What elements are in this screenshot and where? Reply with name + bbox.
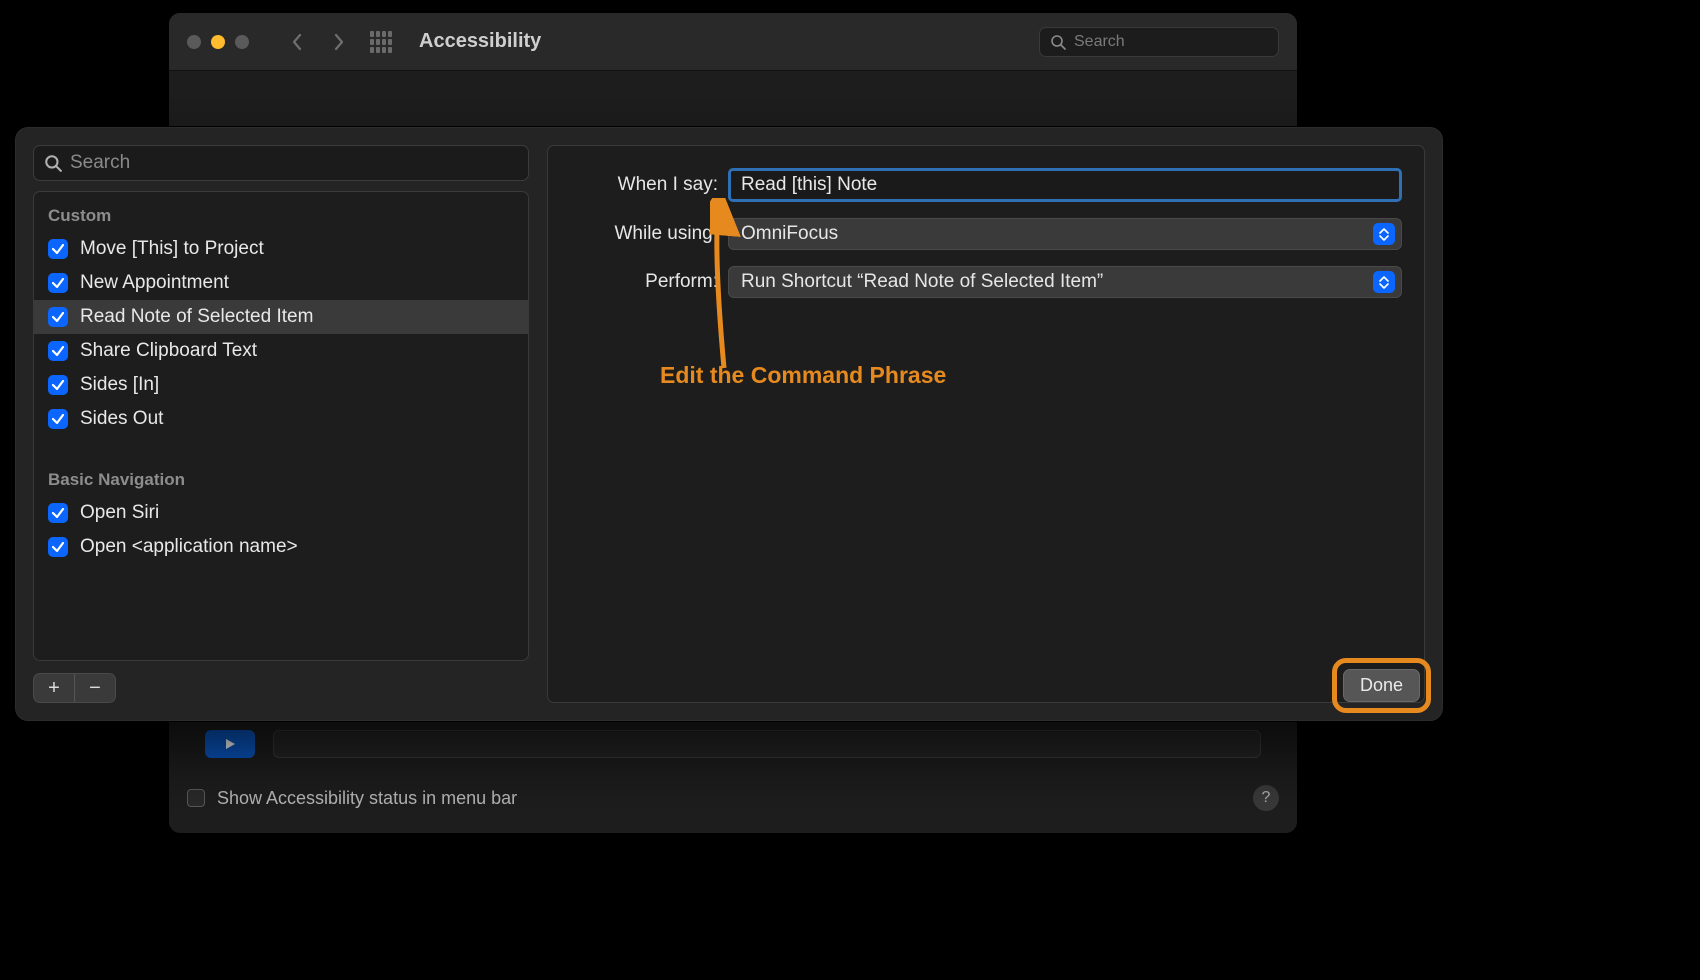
command-item[interactable]: Share Clipboard Text [34,334,528,368]
command-label: Sides Out [80,408,163,430]
done-button[interactable]: Done [1343,669,1420,702]
command-item[interactable]: Open Siri [34,496,528,530]
commands-list-footer: + − [33,673,529,703]
status-checkbox[interactable] [187,789,205,807]
command-checkbox[interactable] [48,537,68,557]
chevron-right-icon [332,33,346,51]
command-checkbox[interactable] [48,239,68,259]
remove-command-button[interactable]: − [75,674,115,702]
popup-arrows-icon [1373,271,1395,293]
commands-list: Custom Move [This] to Project New Appoin… [33,191,529,661]
command-label: Read Note of Selected Item [80,306,313,328]
commands-search-input[interactable] [70,152,518,174]
grid-icon [370,31,392,53]
annotation-highlight-done: Done [1332,658,1431,713]
check-icon [51,378,65,392]
search-icon [1050,34,1066,50]
check-icon [51,506,65,520]
add-remove-segment: + − [33,673,116,703]
bg-partial-field [273,730,1261,758]
perform-popup[interactable]: Run Shortcut “Read Note of Selected Item… [728,266,1402,298]
command-item[interactable]: Sides [In] [34,368,528,402]
command-detail-panel: When I say: While using: OmniFocus Perfo… [547,145,1425,703]
command-label: Share Clipboard Text [80,340,257,362]
perform-row: Perform: Run Shortcut “Read Note of Sele… [570,266,1402,298]
minimize-window-button[interactable] [211,35,225,49]
while-using-label: While using: [570,223,728,245]
help-button[interactable]: ? [1253,785,1279,811]
voice-control-play-button[interactable] [205,730,255,758]
close-window-button[interactable] [187,35,201,49]
commands-scroll[interactable]: Custom Move [This] to Project New Appoin… [34,192,528,660]
while-using-value: OmniFocus [741,223,838,245]
question-icon: ? [1262,789,1271,807]
check-icon [51,412,65,426]
nav-forward-button[interactable] [325,28,353,56]
command-label: Open <application name> [80,536,298,558]
command-checkbox[interactable] [48,503,68,523]
window-controls [187,35,249,49]
toolbar-search[interactable] [1039,27,1279,57]
perform-label: Perform: [570,271,728,293]
popup-arrows-icon [1373,223,1395,245]
check-icon [51,242,65,256]
window-toolbar: Accessibility [169,13,1297,71]
commands-search[interactable] [33,145,529,181]
command-checkbox[interactable] [48,341,68,361]
command-checkbox[interactable] [48,307,68,327]
bg-status-row: Show Accessibility status in menu bar ? [187,785,1279,811]
when-i-say-row: When I say: [570,168,1402,202]
bg-partial-row [205,730,1261,758]
command-item[interactable]: New Appointment [34,266,528,300]
command-label: New Appointment [80,272,229,294]
check-icon [51,276,65,290]
command-item[interactable]: Open <application name> [34,530,528,564]
window-title: Accessibility [419,30,541,53]
perform-value: Run Shortcut “Read Note of Selected Item… [741,271,1103,293]
command-label: Sides [In] [80,374,159,396]
check-icon [51,310,65,324]
nav-back-button[interactable] [283,28,311,56]
toolbar-search-input[interactable] [1074,33,1268,51]
when-i-say-label: When I say: [570,174,728,196]
command-label: Open Siri [80,502,159,524]
commands-sheet: Custom Move [This] to Project New Appoin… [14,126,1444,722]
section-header-custom: Custom [34,198,528,232]
zoom-window-button[interactable] [235,35,249,49]
command-checkbox[interactable] [48,375,68,395]
section-header-basic-navigation: Basic Navigation [34,462,528,496]
command-checkbox[interactable] [48,273,68,293]
play-icon [224,738,236,750]
chevron-left-icon [290,33,304,51]
command-label: Move [This] to Project [80,238,264,260]
command-item[interactable]: Sides Out [34,402,528,436]
status-label: Show Accessibility status in menu bar [217,788,517,809]
commands-left-panel: Custom Move [This] to Project New Appoin… [33,145,529,703]
check-icon [51,540,65,554]
while-using-popup[interactable]: OmniFocus [728,218,1402,250]
search-icon [44,154,62,172]
command-item[interactable]: Move [This] to Project [34,232,528,266]
while-using-row: While using: OmniFocus [570,218,1402,250]
command-checkbox[interactable] [48,409,68,429]
check-icon [51,344,65,358]
show-all-button[interactable] [367,28,395,56]
add-command-button[interactable]: + [34,674,74,702]
when-i-say-input[interactable] [728,168,1402,202]
command-item-selected[interactable]: Read Note of Selected Item [34,300,528,334]
